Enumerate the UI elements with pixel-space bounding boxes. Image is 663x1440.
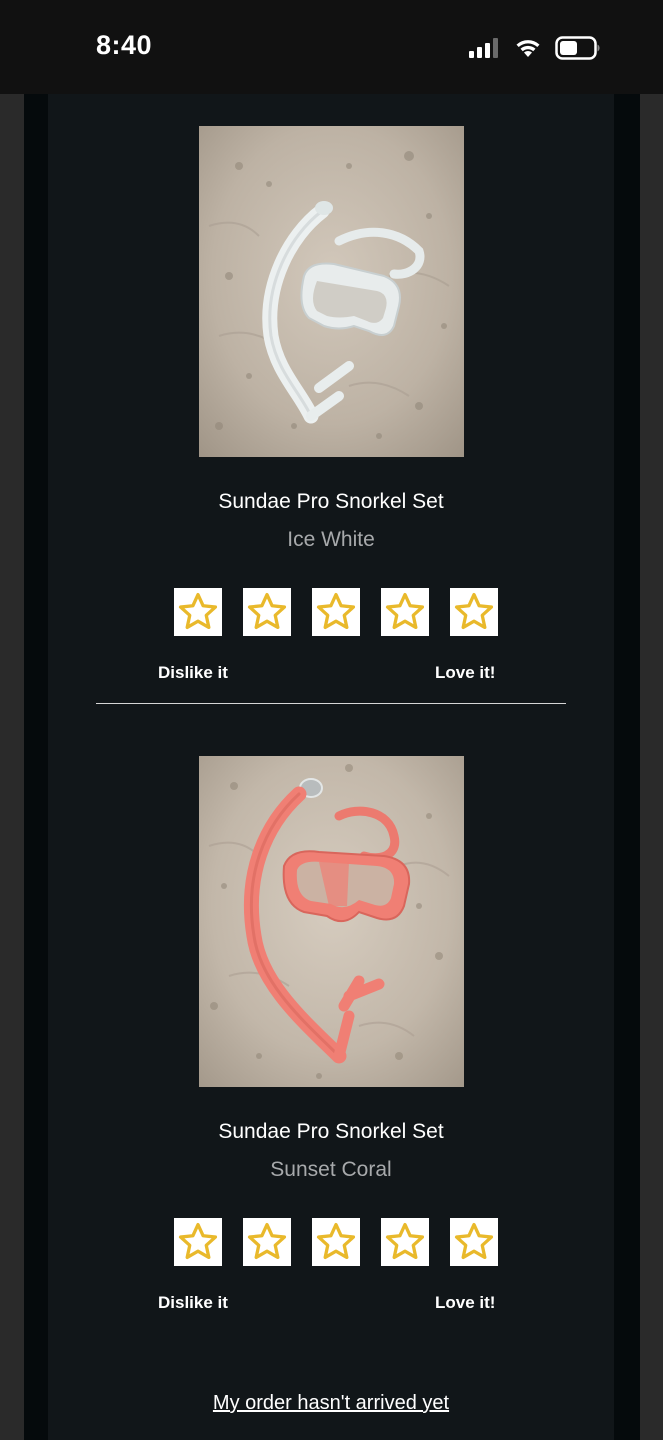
product-variant: Ice White [287,528,375,551]
rating-star-4[interactable] [381,1218,429,1266]
battery-icon [555,36,600,60]
star-icon [247,592,287,630]
star-icon [178,1222,218,1260]
star-icon [385,592,425,630]
star-icon [385,1222,425,1260]
order-not-arrived-link[interactable]: My order hasn't arrived yet [48,1392,614,1415]
rating-star-2[interactable] [243,1218,291,1266]
love-label: Love it! [435,1293,496,1312]
product-image[interactable] [199,126,464,457]
white-snorkel-set-photo [199,126,464,457]
star-icon [316,592,356,630]
rating-star-5[interactable] [450,588,498,636]
cellular-signal-icon [469,38,498,58]
star-icon [316,1222,356,1260]
star-rating [174,1218,498,1266]
status-icons [469,36,601,60]
rating-star-1[interactable] [174,1218,222,1266]
rating-star-2[interactable] [243,588,291,636]
wifi-icon [516,40,540,57]
star-icon [247,1222,287,1260]
rating-star-1[interactable] [174,588,222,636]
product-variant: Sunset Coral [270,1158,392,1181]
star-icon [178,592,218,630]
love-label: Love it! [435,663,496,682]
dislike-label: Dislike it [158,663,228,682]
status-bar: 8:40 [0,0,663,94]
star-rating [174,588,498,636]
rating-star-4[interactable] [381,588,429,636]
coral-snorkel-set-photo [199,756,464,1087]
product-name: Sundae Pro Snorkel Set [218,490,444,513]
star-icon [454,1222,494,1260]
product-name: Sundae Pro Snorkel Set [218,1120,444,1143]
status-time: 8:40 [96,30,153,60]
rating-star-5[interactable] [450,1218,498,1266]
rating-star-3[interactable] [312,1218,360,1266]
product-image[interactable] [199,756,464,1087]
star-icon [454,592,494,630]
product-divider [96,703,566,704]
dislike-label: Dislike it [158,1293,228,1312]
rating-star-3[interactable] [312,588,360,636]
